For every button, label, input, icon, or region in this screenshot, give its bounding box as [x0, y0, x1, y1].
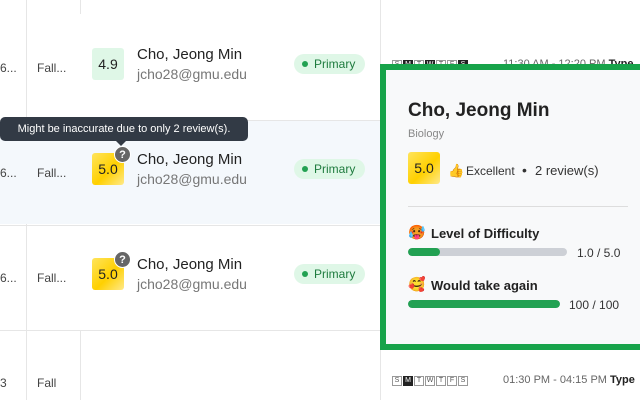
- instructor-popup: Cho, Jeong Min Biology 5.0 👍 Excellent •…: [380, 64, 640, 350]
- time-range: 01:30 PM - 04:15 PM: [503, 374, 607, 386]
- tooltip-arrow: [116, 141, 126, 146]
- difficulty-value: 1.0 / 5.0: [577, 246, 621, 260]
- schedule-days: SMTWTFS: [392, 376, 468, 386]
- separator-bullet: •: [522, 162, 527, 178]
- row-divider: [0, 330, 380, 331]
- badge-label: Primary: [314, 57, 356, 71]
- instructor-name[interactable]: Cho, Jeong Min: [137, 151, 242, 168]
- popup-rating-badge: 5.0: [408, 152, 440, 184]
- hot-face-icon: 🥵: [408, 224, 426, 240]
- row-divider: [0, 225, 380, 226]
- badge-label: Primary: [314, 162, 356, 176]
- column-divider: [80, 0, 81, 14]
- day-box: T: [436, 376, 446, 386]
- difficulty-bar: [408, 248, 567, 256]
- question-icon[interactable]: ?: [114, 146, 131, 163]
- column-divider: [80, 330, 81, 400]
- take-again-value: 100 / 100: [569, 298, 620, 312]
- day-box: M: [403, 376, 413, 386]
- thumbs-up-icon: 👍: [448, 163, 465, 178]
- day-box: S: [458, 376, 468, 386]
- difficulty-label: Level of Difficulty: [431, 226, 540, 241]
- question-icon[interactable]: ?: [114, 251, 131, 268]
- instructor-email[interactable]: jcho28@gmu.edu: [137, 66, 247, 82]
- term-cell: Fall...: [37, 271, 67, 285]
- instructor-email[interactable]: jcho28@gmu.edu: [137, 276, 247, 292]
- primary-badge: Primary: [294, 54, 366, 74]
- section-id: 3: [0, 376, 7, 390]
- tooltip-text: Might be inaccurate due to only 2 review…: [17, 123, 231, 135]
- difficulty-bar-fill: [408, 248, 440, 256]
- popup-instructor-name: Cho, Jeong Min: [408, 100, 550, 121]
- tooltip: Might be inaccurate due to only 2 review…: [0, 117, 248, 141]
- instructor-name[interactable]: Cho, Jeong Min: [137, 256, 242, 273]
- section-id: 6...: [0, 271, 17, 285]
- day-box: T: [414, 376, 424, 386]
- review-count: 2 review(s): [535, 163, 599, 178]
- badge-label: Primary: [314, 267, 356, 281]
- day-box: W: [425, 376, 435, 386]
- status-dot: [302, 166, 308, 172]
- take-again-bar-fill: [408, 300, 560, 308]
- take-again-label: Would take again: [431, 278, 538, 293]
- term-cell: Fall...: [37, 61, 67, 75]
- popup-department: Biology: [408, 128, 445, 140]
- divider: [408, 206, 628, 207]
- day-box: F: [447, 376, 457, 386]
- instructor-email[interactable]: jcho28@gmu.edu: [137, 171, 247, 187]
- section-id: 6...: [0, 61, 17, 75]
- day-box: S: [392, 376, 402, 386]
- rating-badge[interactable]: 4.9: [92, 48, 124, 80]
- take-again-bar: [408, 300, 560, 308]
- term-cell: Fall...: [37, 166, 67, 180]
- primary-badge: Primary: [294, 159, 366, 179]
- smiling-hearts-icon: 🥰: [408, 276, 426, 292]
- schedule-time: 01:30 PM - 04:15 PM Type: [503, 374, 635, 386]
- status-dot: [302, 271, 308, 277]
- primary-badge: Primary: [294, 264, 366, 284]
- status-dot: [302, 61, 308, 67]
- quality-label: Excellent: [466, 164, 515, 178]
- type-label: Type: [610, 374, 635, 386]
- section-id: 6...: [0, 166, 17, 180]
- term-cell: Fall: [37, 376, 57, 390]
- instructor-name[interactable]: Cho, Jeong Min: [137, 46, 242, 63]
